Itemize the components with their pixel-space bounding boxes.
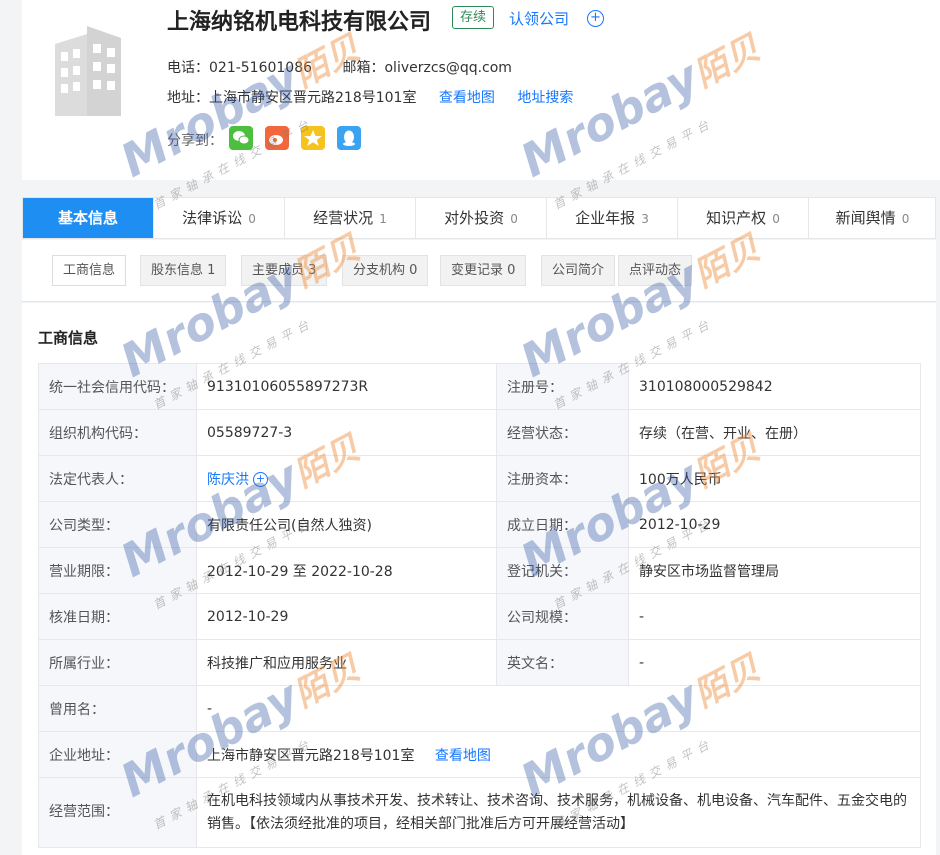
address-search-link[interactable]: 地址搜索 xyxy=(517,90,573,106)
company-header: 上海纳铭机电科技有限公司 存续 认领公司 + 电话：021-51601086 邮… xyxy=(22,0,940,180)
biz-status-value: 存续（在营、开业、在册） xyxy=(628,409,921,456)
scale-value: - xyxy=(628,593,921,640)
company-type-label: 公司类型： xyxy=(38,501,197,548)
claim-company-link[interactable]: 认领公司 xyxy=(509,8,569,29)
tab-operations[interactable]: 经营状况 1 xyxy=(285,198,416,238)
established-label: 成立日期： xyxy=(496,501,629,548)
subtab-change-records[interactable]: 变更记录 0 xyxy=(440,255,527,286)
table-row: 曾用名： - xyxy=(38,685,921,732)
former-name-value: - xyxy=(196,685,921,732)
term-label: 营业期限： xyxy=(38,547,197,594)
tab-investments[interactable]: 对外投资 0 xyxy=(416,198,547,238)
contact-line: 电话：021-51601086 邮箱：oliverzcs@qq.com xyxy=(167,57,512,77)
reg-capital-label: 注册资本： xyxy=(496,455,629,502)
tab-news[interactable]: 新闻舆情 0 xyxy=(809,198,936,238)
table-row: 核准日期： 2012-10-29 公司规模： - xyxy=(38,593,921,640)
reg-no-label: 注册号： xyxy=(496,363,629,410)
credit-code-value: 91310106055897273R xyxy=(196,363,497,410)
subtab-shareholders[interactable]: 股东信息 1 xyxy=(140,255,227,286)
table-row: 法定代表人： 陈庆洪 + 注册资本： 100万人民币 xyxy=(38,455,921,502)
table-row: 组织机构代码： 05589727-3 经营状态： 存续（在营、开业、在册） xyxy=(38,409,921,456)
subtab-reviews[interactable]: 点评动态 xyxy=(618,255,693,286)
industry-label: 所属行业： xyxy=(38,639,197,686)
phone-text: 电话：021-51601086 xyxy=(167,60,313,76)
address-value: 上海市静安区晋元路218号101室 xyxy=(207,747,415,764)
scope-value: 在机电科技领域内从事技术开发、技术转让、技术咨询、技术服务，机械设备、机电设备、… xyxy=(196,777,921,848)
tab-lawsuits[interactable]: 法律诉讼 0 xyxy=(154,198,285,238)
credit-code-label: 统一社会信用代码： xyxy=(38,363,197,410)
tab-annual-reports[interactable]: 企业年报 3 xyxy=(547,198,678,238)
section-title: 工商信息 xyxy=(38,329,99,347)
reg-capital-value: 100万人民币 xyxy=(628,455,921,502)
qzone-share-icon[interactable] xyxy=(301,126,325,150)
share-label: 分享到： xyxy=(167,133,223,149)
main-tabs: 基本信息 法律诉讼 0 经营状况 1 对外投资 0 企业年报 3 知识产权 0 新闻舆情 0 xyxy=(22,197,936,239)
authority-value: 静安区市场监督管理局 xyxy=(628,547,921,594)
weibo-share-icon[interactable] xyxy=(265,126,289,150)
share-icons xyxy=(229,126,361,150)
legal-rep-cell: 陈庆洪 + xyxy=(196,455,497,502)
org-code-value: 05589727-3 xyxy=(196,409,497,456)
wechat-share-icon[interactable] xyxy=(229,126,253,150)
subtab-key-members[interactable]: 主要成员 3 xyxy=(241,255,328,286)
follow-person-plus-icon[interactable]: + xyxy=(253,472,268,487)
reg-no-value: 310108000529842 xyxy=(628,363,921,410)
authority-label: 登记机关： xyxy=(496,547,629,594)
approved-label: 核准日期： xyxy=(38,593,197,640)
company-type-value: 有限责任公司(自然人独资) xyxy=(196,501,497,548)
address-text: 地址：上海市静安区晋元路218号101室 xyxy=(167,90,417,106)
approved-value: 2012-10-29 xyxy=(196,593,497,640)
company-logo-building-icon xyxy=(37,18,137,118)
org-code-label: 组织机构代码： xyxy=(38,409,197,456)
company-name: 上海纳铭机电科技有限公司 xyxy=(167,10,432,35)
follow-plus-icon[interactable]: + xyxy=(587,10,604,27)
scope-label: 经营范围： xyxy=(38,777,197,848)
en-name-value: - xyxy=(628,639,921,686)
qq-share-icon[interactable] xyxy=(337,126,361,150)
legal-rep-link[interactable]: 陈庆洪 xyxy=(207,472,249,488)
table-row: 企业地址： 上海市静安区晋元路218号101室 查看地图 xyxy=(38,731,921,778)
term-value: 2012-10-29 至 2022-10-28 xyxy=(196,547,497,594)
established-value: 2012-10-29 xyxy=(628,501,921,548)
business-info-section: 工商信息 统一社会信用代码： 91310106055897273R 注册号： 3… xyxy=(22,303,936,855)
subtab-company-intro[interactable]: 公司简介 xyxy=(541,255,616,286)
legal-rep-label: 法定代表人： xyxy=(38,455,197,502)
table-row: 公司类型： 有限责任公司(自然人独资) 成立日期： 2012-10-29 xyxy=(38,501,921,548)
address-label: 企业地址： xyxy=(38,731,197,778)
subtab-business-info[interactable]: 工商信息 xyxy=(52,255,127,286)
industry-value: 科技推广和应用服务业 xyxy=(196,639,497,686)
tab-basic-info[interactable]: 基本信息 xyxy=(23,198,154,238)
subtab-branches[interactable]: 分支机构 0 xyxy=(342,255,429,286)
en-name-label: 英文名： xyxy=(496,639,629,686)
view-map-link[interactable]: 查看地图 xyxy=(439,90,495,106)
table-row: 营业期限： 2012-10-29 至 2022-10-28 登记机关： 静安区市… xyxy=(38,547,921,594)
scale-label: 公司规模： xyxy=(496,593,629,640)
biz-status-label: 经营状态： xyxy=(496,409,629,456)
status-badge: 存续 xyxy=(452,6,495,29)
table-row: 统一社会信用代码： 91310106055897273R 注册号： 310108… xyxy=(38,363,921,410)
email-text: 邮箱：oliverzcs@qq.com xyxy=(342,60,512,76)
sub-tabs: 工商信息 股东信息 1 主要成员 3 分支机构 0 变更记录 0 公司简介 点评… xyxy=(22,240,936,302)
address-cell: 上海市静安区晋元路218号101室 查看地图 xyxy=(196,731,921,778)
tab-intellectual-property[interactable]: 知识产权 0 xyxy=(678,198,809,238)
business-info-table: 统一社会信用代码： 91310106055897273R 注册号： 310108… xyxy=(38,363,921,848)
former-name-label: 曾用名： xyxy=(38,685,197,732)
address-view-map-link[interactable]: 查看地图 xyxy=(435,748,491,764)
table-row: 所属行业： 科技推广和应用服务业 英文名： - xyxy=(38,639,921,686)
table-row: 经营范围： 在机电科技领域内从事技术开发、技术转让、技术咨询、技术服务，机械设备… xyxy=(38,777,921,848)
address-line: 地址：上海市静安区晋元路218号101室 查看地图 地址搜索 xyxy=(167,87,573,107)
